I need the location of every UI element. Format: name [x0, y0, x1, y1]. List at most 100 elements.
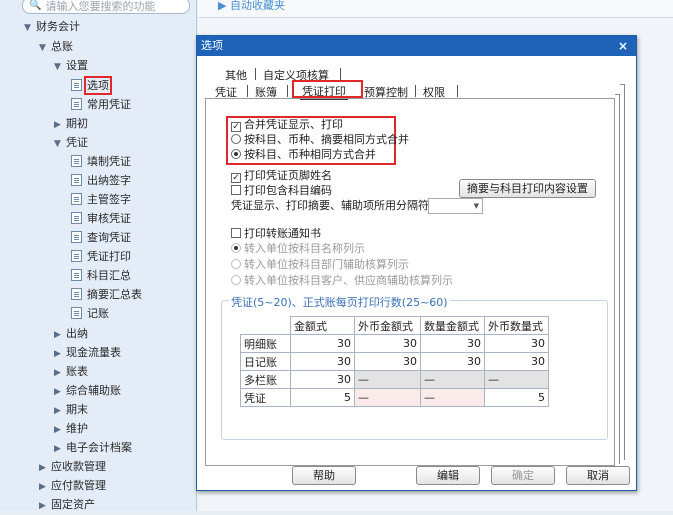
- chevron-down-icon: ▼: [24, 23, 31, 33]
- tree-item-voucher-print[interactable]: 凭证打印: [71, 248, 131, 266]
- chevron-down-icon: ▼: [54, 139, 61, 149]
- tree-item-receivables[interactable]: ▶ 应收款管理: [39, 458, 106, 476]
- count-cell[interactable]: 30: [290, 334, 355, 353]
- tree-item-audit-voucher[interactable]: 审核凭证: [71, 210, 131, 228]
- tab-other[interactable]: 其他: [225, 67, 247, 83]
- chevron-right-icon: ▶: [39, 501, 46, 511]
- disabled-cell: —: [484, 370, 549, 389]
- print-transfer-label: 打印转账通知书: [244, 227, 321, 240]
- count-cell[interactable]: 30: [354, 334, 421, 353]
- radio-selected-icon: [231, 149, 241, 159]
- merge-display-checkbox[interactable]: ✓ 合并凭证显示、打印: [231, 118, 343, 132]
- print-footer-checkbox[interactable]: ✓ 打印凭证页脚姓名: [231, 169, 332, 183]
- tree-item-label: 凭证: [66, 136, 88, 149]
- cancel-button[interactable]: 取消: [566, 466, 630, 485]
- print-transfer-checkbox[interactable]: 打印转账通知书: [231, 227, 321, 241]
- row-header: 多栏账: [240, 370, 291, 389]
- close-icon[interactable]: ×: [618, 36, 628, 56]
- chevron-right-icon: ▶: [39, 482, 46, 492]
- tree-item-fill-voucher[interactable]: 填制凭证: [71, 153, 131, 171]
- tree-item-query-voucher[interactable]: 查询凭证: [71, 229, 131, 247]
- count-cell[interactable]: 30: [484, 334, 549, 353]
- column-header: 金额式: [290, 316, 355, 335]
- chevron-down-icon: ▼: [54, 62, 61, 72]
- tree-item-manager-sign[interactable]: 主管签字: [71, 191, 131, 209]
- tree-item-fixed-assets[interactable]: ▶ 固定资产: [39, 496, 95, 514]
- tree-item-general-ledger[interactable]: ▼ 总账: [39, 38, 73, 56]
- tree-item-label: 选项: [84, 76, 112, 95]
- tree-item-reports[interactable]: ▶ 账表: [54, 363, 88, 381]
- tree-item-payables[interactable]: ▶ 应付款管理: [39, 477, 106, 495]
- options-dialog: 选项 × 其他 自定义项核算 凭证 账簿 凭证打印 预算控制 权限 ✓ 合并凭证显…: [196, 35, 637, 491]
- tree-item-period-end[interactable]: ▶ 期末: [54, 401, 88, 419]
- row-header: 明细账: [240, 334, 291, 353]
- count-cell[interactable]: 30: [484, 352, 549, 371]
- tree-item-e-archive[interactable]: ▶ 电子会计档案: [54, 439, 132, 457]
- favorites-link[interactable]: ▶ 自动收藏夹: [218, 0, 285, 12]
- dialog-title: 选项: [201, 39, 223, 52]
- tree-item-common-voucher[interactable]: 常用凭证: [71, 96, 131, 114]
- help-button[interactable]: 帮助: [292, 466, 356, 485]
- favorites-bar[interactable]: ▶ 自动收藏夹: [198, 0, 673, 18]
- radio-icon: [231, 134, 241, 144]
- tree-item-posting[interactable]: 记账: [71, 305, 109, 323]
- tree-item-account-summary[interactable]: 科目汇总: [71, 267, 131, 285]
- tree-item-summary-table[interactable]: 摘要汇总表: [71, 286, 142, 304]
- edit-button[interactable]: 编辑: [416, 466, 480, 485]
- document-icon: [71, 250, 82, 262]
- highlight-box: [292, 80, 363, 98]
- chevron-right-icon: ▶: [54, 120, 61, 130]
- count-cell[interactable]: 30: [290, 352, 355, 371]
- count-cell[interactable]: 30: [420, 334, 485, 353]
- tree-item-label: 账表: [66, 365, 88, 378]
- search-icon: 🔍: [29, 0, 42, 11]
- tree-item-voucher[interactable]: ▼ 凭证: [54, 134, 88, 152]
- radio-icon: [231, 259, 241, 269]
- merge-by-account-radio[interactable]: 按科目、币种相同方式合并: [231, 148, 376, 162]
- search-input[interactable]: 🔍 请输入您要搜索的功能: [22, 0, 190, 14]
- separator-label: 凭证显示、打印摘要、辅助项所用分隔符: [231, 199, 429, 212]
- tree-item-label: 主管签字: [87, 193, 131, 206]
- radio-icon: [231, 275, 241, 285]
- disabled-cell: —: [354, 370, 421, 389]
- tree-item-settings[interactable]: ▼ 设置: [54, 57, 88, 75]
- count-cell[interactable]: 5: [484, 388, 549, 407]
- transfer-by-name-radio[interactable]: 转入单位按科目名称列示: [231, 242, 365, 256]
- count-cell[interactable]: 30: [290, 370, 355, 389]
- tree-item-options[interactable]: 选项: [71, 76, 112, 95]
- count-cell[interactable]: 5: [290, 388, 355, 407]
- table-header-row: 金额式 外币金额式 数量金额式 外币数量式: [240, 316, 549, 335]
- separator-select[interactable]: ▼: [428, 198, 483, 214]
- count-cell[interactable]: 30: [420, 352, 485, 371]
- search-placeholder: 请输入您要搜索的功能: [45, 0, 156, 13]
- table-row: 凭证 5 — — 5: [240, 388, 549, 407]
- tab-page-edge: [620, 84, 625, 460]
- tree-item-aux-ledger[interactable]: ▶ 综合辅助账: [54, 382, 121, 400]
- transfer-by-customer-radio[interactable]: 转入单位按科目客户、供应商辅助核算列示: [231, 274, 453, 288]
- checkbox-icon: [231, 185, 241, 195]
- tree-item-label: 应收款管理: [51, 460, 106, 473]
- print-code-checkbox[interactable]: 打印包含科目编码: [231, 184, 332, 198]
- tree-item-cash-flow[interactable]: ▶ 现金流量表: [54, 344, 121, 362]
- document-icon: [71, 79, 82, 91]
- tree-item-finance[interactable]: ▼ 财务会计: [24, 18, 80, 36]
- dialog-title-bar[interactable]: 选项 ×: [197, 36, 636, 56]
- tree-item-cashier-sign[interactable]: 出纳签字: [71, 172, 131, 190]
- count-cell[interactable]: 30: [354, 352, 421, 371]
- document-icon: [71, 193, 82, 205]
- ok-button[interactable]: 确定: [491, 466, 555, 485]
- tree-item-label: 记账: [87, 307, 109, 320]
- tree-item-maintenance[interactable]: ▶ 维护: [54, 420, 88, 438]
- table-row: 明细账 30 30 30 30: [240, 334, 549, 353]
- transfer-by-dept-label: 转入单位按科目部门辅助核算列示: [244, 258, 409, 271]
- tree-item-cashier[interactable]: ▶ 出纳: [54, 325, 88, 343]
- chevron-right-icon: ▶: [39, 463, 46, 473]
- transfer-by-dept-radio[interactable]: 转入单位按科目部门辅助核算列示: [231, 258, 409, 272]
- summary-print-settings-button[interactable]: 摘要与科目打印内容设置: [459, 179, 596, 198]
- tree-item-opening[interactable]: ▶ 期初: [54, 115, 88, 133]
- merge-by-summary-radio[interactable]: 按科目、币种、摘要相同方式合并: [231, 133, 409, 147]
- tree-item-label: 综合辅助账: [66, 384, 121, 397]
- disabled-cell: —: [420, 388, 485, 407]
- checkbox-icon: [231, 228, 241, 238]
- tree-item-label: 凭证打印: [87, 250, 131, 263]
